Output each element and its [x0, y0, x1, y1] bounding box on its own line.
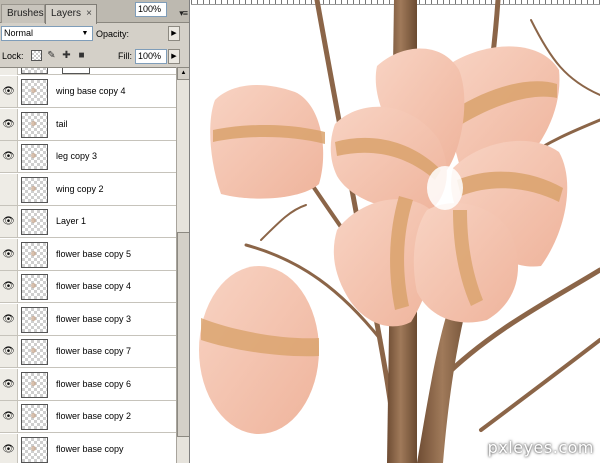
layer-thumbnail [21, 339, 48, 365]
layer-name: flower base copy 5 [56, 248, 132, 259]
branch [260, 204, 307, 241]
layer-list: 👁 wing base copy 4 👁 tail 👁 leg copy 3 wing co… [0, 67, 176, 463]
layer-mask-thumbnail [62, 68, 90, 74]
layer-thumbnail [21, 306, 48, 333]
thumbnail-content [31, 445, 36, 451]
fill-input[interactable]: 100% [135, 49, 167, 64]
layer-row-partial[interactable] [0, 68, 176, 75]
petal-top-left [210, 85, 325, 199]
layer-row[interactable]: 👁 wing base copy 4 [0, 76, 176, 108]
layer-name: Layer 1 [56, 216, 87, 226]
thumbnail-content [31, 315, 36, 321]
blend-mode-value: Normal [4, 28, 34, 38]
eye-icon[interactable]: 👁 [0, 76, 18, 107]
padlock-icon[interactable]: ■ [76, 50, 87, 61]
layer-row[interactable]: wing copy 2 [0, 173, 176, 206]
eye-icon[interactable]: 👁 [0, 108, 18, 140]
fill-slider-button[interactable]: ▶ [168, 49, 180, 64]
layer-thumbnail [21, 209, 48, 235]
layer-row[interactable]: 👁 leg copy 3 [0, 141, 176, 173]
layer-thumbnail [21, 404, 48, 430]
opacity-slider-button[interactable]: ▶ [168, 26, 180, 41]
layer-row[interactable]: 👁 flower base copy 5 [0, 238, 176, 271]
tab-layers[interactable]: Layers × [45, 4, 97, 24]
layer-row[interactable]: 👁 tail [0, 108, 176, 141]
eye-icon[interactable]: 👁 [0, 433, 18, 463]
layer-thumbnail [21, 144, 48, 170]
layer-row[interactable]: 👁 Layer 1 [0, 206, 176, 238]
petal-oval [199, 266, 319, 434]
thumbnail-content [31, 88, 36, 93]
flower-artwork [199, 0, 600, 463]
layer-row[interactable]: 👁 flower base copy 7 [0, 336, 176, 368]
eye-icon[interactable]: 👁 [0, 303, 18, 335]
eye-icon[interactable]: 👁 [0, 141, 18, 172]
panel-menu-icon[interactable]: ▾≡ [179, 8, 188, 19]
layer-name: flower base copy 2 [56, 411, 132, 421]
layer-thumbnail [21, 68, 48, 74]
layer-name: flower base copy [56, 443, 124, 454]
layer-row[interactable]: 👁 flower base copy 4 [0, 271, 176, 303]
layer-row[interactable]: 👁 flower base copy [0, 433, 176, 463]
layers-panel: Brushes Layers × ▾≡ Normal ▼ Opacity: 10… [0, 0, 190, 463]
tab-brushes[interactable]: Brushes [1, 4, 45, 23]
eye-icon[interactable]: 👁 [0, 368, 18, 400]
opacity-label: Opacity: [96, 29, 130, 39]
thumbnail-content [31, 218, 36, 223]
eye-icon[interactable] [0, 68, 18, 75]
thumbnail-content [31, 250, 36, 256]
checkerboard-lock-icon[interactable] [31, 50, 42, 61]
tab-layers-label: Layers [51, 8, 82, 19]
eye-icon[interactable]: 👁 [0, 336, 18, 367]
scroll-up-button[interactable]: ▲ [177, 67, 189, 80]
eye-icon[interactable] [0, 173, 18, 205]
flower [330, 46, 568, 327]
eye-icon[interactable]: 👁 [0, 271, 18, 302]
watermark: pxleyes.com [487, 438, 594, 457]
layer-thumbnail [21, 274, 48, 300]
scrollbar-thumb[interactable] [177, 232, 189, 437]
opacity-input[interactable]: 100% [135, 2, 167, 17]
eye-icon[interactable]: 👁 [0, 206, 18, 237]
thumbnail-content [31, 120, 36, 126]
thumbnail-content [31, 413, 36, 418]
layer-thumbnail [21, 241, 48, 268]
thumbnail-content [31, 283, 36, 288]
layer-name: leg copy 3 [56, 151, 98, 161]
thumbnail-content [31, 153, 36, 158]
brush-lock-icon[interactable]: ✎ [46, 50, 57, 61]
layer-name: flower base copy 7 [56, 346, 132, 356]
close-icon[interactable]: × [86, 5, 92, 23]
blend-row: Normal ▼ Opacity: [0, 24, 189, 44]
layer-thumbnail [21, 176, 48, 203]
layer-row[interactable]: 👁 flower base copy 2 [0, 401, 176, 433]
layer-name: flower base copy 3 [56, 313, 132, 324]
document-canvas[interactable]: pxleyes.com [191, 0, 600, 463]
layer-name: flower base copy 4 [56, 281, 132, 291]
thumbnail-content [31, 185, 36, 191]
chevron-down-icon: ▼ [81, 30, 89, 37]
blend-mode-select[interactable]: Normal ▼ [1, 26, 93, 41]
layer-row[interactable]: 👁 flower base copy 3 [0, 303, 176, 336]
eye-icon[interactable]: 👁 [0, 401, 18, 432]
layer-thumbnail [21, 371, 48, 398]
layer-thumbnail [21, 79, 48, 105]
branch [479, 338, 600, 432]
layer-name: flower base copy 6 [56, 378, 132, 389]
layer-thumbnail [21, 111, 48, 138]
layer-name: wing copy 2 [56, 183, 104, 194]
layer-list-scrollbar[interactable]: ▲ [176, 67, 189, 463]
lock-label: Lock: [2, 51, 24, 61]
move-lock-icon[interactable]: ✚ [61, 50, 72, 61]
thumbnail-content [31, 380, 36, 386]
thumbnail-content [31, 348, 36, 353]
layer-name: wing base copy 4 [56, 86, 126, 96]
tab-brushes-label: Brushes [7, 8, 44, 19]
layer-thumbnail [21, 436, 48, 463]
fill-label: Fill: [118, 51, 132, 61]
layer-name: tail [56, 118, 68, 129]
eye-icon[interactable]: 👁 [0, 238, 18, 270]
layer-row[interactable]: 👁 flower base copy 6 [0, 368, 176, 401]
